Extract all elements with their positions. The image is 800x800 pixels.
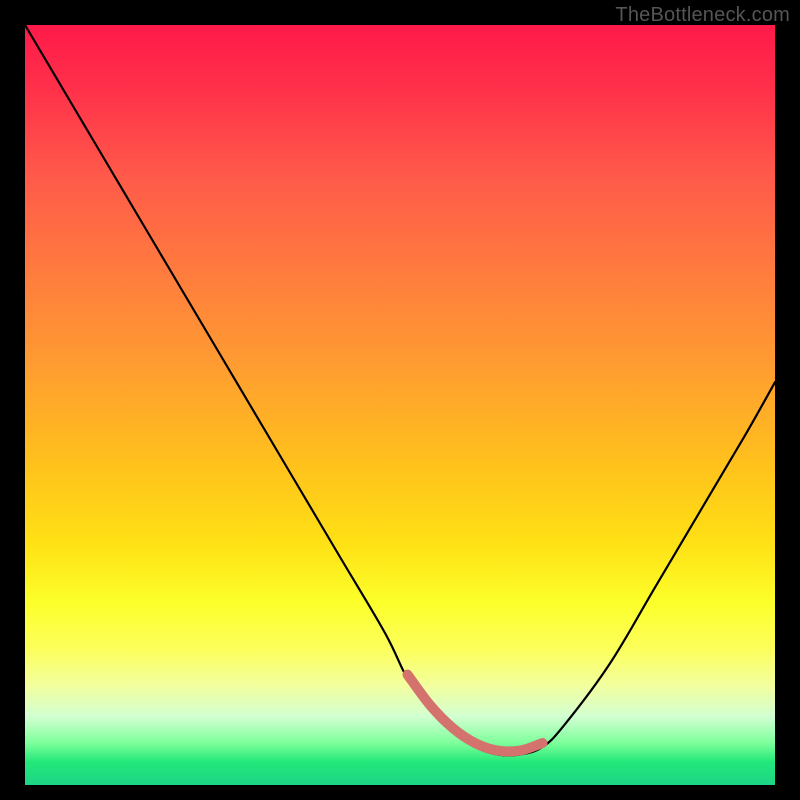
curve-svg [25, 25, 775, 785]
watermark-text: TheBottleneck.com [615, 4, 790, 27]
chart-stage: TheBottleneck.com [0, 0, 800, 800]
valley-marker [408, 675, 543, 752]
bottleneck-curve [25, 25, 775, 756]
plot-area [25, 25, 775, 785]
